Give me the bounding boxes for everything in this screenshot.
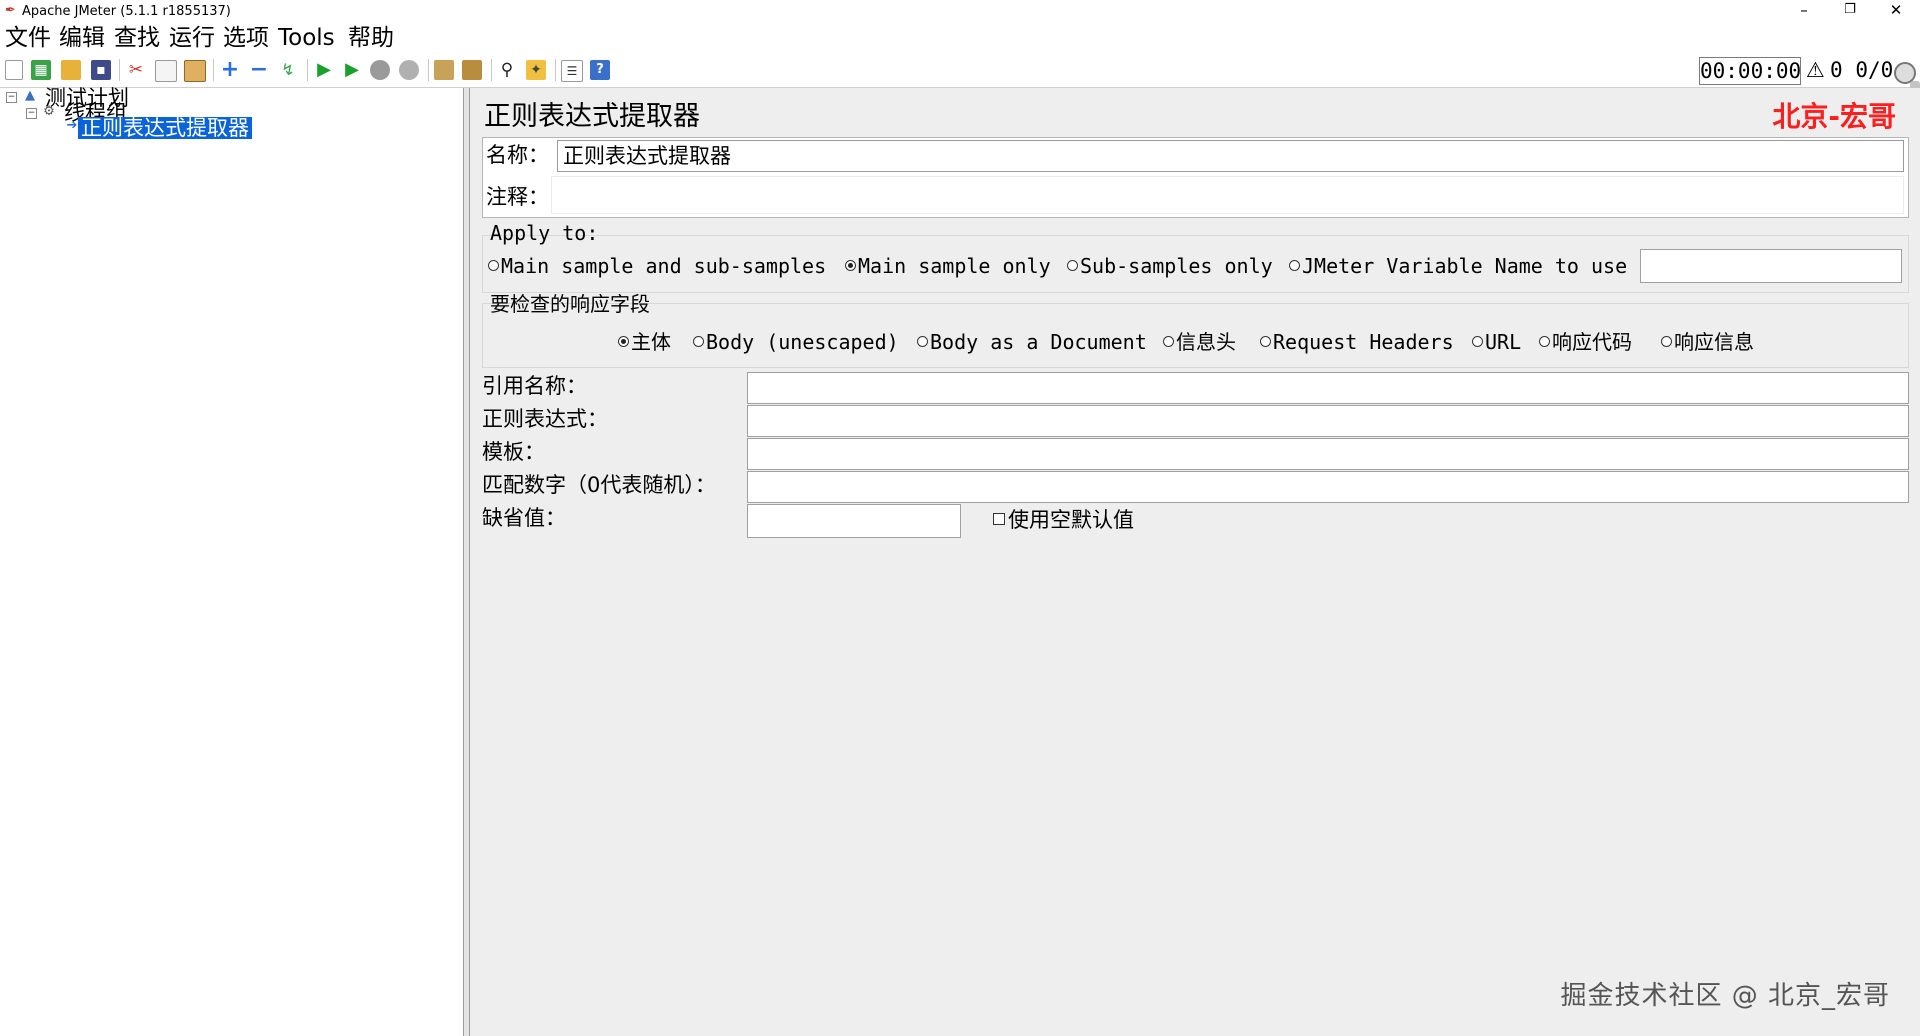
radio-icon [1539,336,1550,347]
radio-selected-icon [845,260,856,271]
radio-icon [1661,336,1672,347]
toolbar-separator [213,59,214,81]
menu-file[interactable]: 文件 [5,23,51,53]
radio-icon [693,336,704,347]
apply-to-label: Apply to: [490,221,599,245]
checkbox-icon [993,513,1005,525]
clear-all-icon[interactable] [462,60,482,80]
menu-help[interactable]: 帮助 [348,23,394,53]
radio-response-code[interactable]: 响应代码 [1539,328,1632,356]
toolbar-separator [428,59,429,81]
name-label: 名称： [486,143,549,167]
default-value-input[interactable] [747,504,961,538]
radio-main-and-sub[interactable]: Main sample and sub-samples [488,252,826,280]
clear-icon[interactable] [434,60,454,80]
window-title: Apache JMeter (5.1.1 r1855137) [22,4,231,19]
radio-body-as-document[interactable]: Body as a Document [917,328,1147,356]
save-icon[interactable]: ▪ [91,60,111,80]
thread-group-icon: ⚙ [43,104,55,119]
menu-run[interactable]: 运行 [169,23,215,53]
radio-selected-icon [618,336,629,347]
regex-label: 正则表达式： [482,407,608,431]
radio-request-headers[interactable]: Request Headers [1260,328,1454,356]
test-plan-icon: ▲ [25,88,35,103]
radio-sub-only[interactable]: Sub-samples only [1067,252,1273,280]
reset-search-icon[interactable]: ✦ [526,60,546,80]
collapse-icon[interactable]: − [249,59,269,81]
radio-body-unescaped[interactable]: Body (unescaped) [693,328,899,356]
radio-icon [917,336,928,347]
jmeter-variable-name-input[interactable] [1640,249,1902,283]
radio-icon [1260,336,1271,347]
toolbar-separator [119,59,120,81]
template-label: 模板： [482,440,545,464]
menu-bar: 文件 编辑 查找 运行 选项 Tools 帮助 [0,23,1920,53]
radio-jmeter-variable[interactable]: JMeter Variable Name to use [1289,252,1627,280]
toolbar: ▦ ▪ ✂ + − ↯ ▶ ▶ ⚲ ✦ ☰ ? 00:00:00 ⚠ 0 0/0 [0,53,1920,141]
template-input[interactable] [747,438,1909,470]
copy-icon[interactable] [155,60,177,82]
regex-extractor-panel: 正则表达式提取器 北京-宏哥 名称： 正则表达式提取器 注释： Apply to… [470,88,1920,1036]
radio-icon [1289,260,1300,271]
radio-icon [488,260,499,271]
toggle-icon[interactable]: ↯ [278,60,298,80]
toolbar-separator [491,59,492,81]
match-no-label: 匹配数字（0代表随机）： [482,473,716,497]
comment-label: 注释： [486,185,549,209]
help-icon[interactable]: ? [590,60,610,80]
jmeter-feather-icon: ✒ [5,3,16,18]
radio-main-only[interactable]: Main sample only [845,252,1051,280]
panel-title: 正则表达式提取器 [484,101,700,132]
brand-label: 北京-宏哥 [1772,100,1896,133]
comment-field[interactable] [551,176,1904,214]
radio-headers[interactable]: 信息头 [1163,328,1236,356]
match-no-input[interactable] [747,471,1909,503]
menu-options[interactable]: 选项 [223,23,269,53]
menu-tools[interactable]: Tools [278,23,335,53]
open-icon[interactable] [61,60,81,80]
reference-name-label: 引用名称： [482,374,587,398]
function-helper-icon[interactable]: ☰ [561,60,583,82]
expand-icon[interactable]: + [220,59,240,81]
radio-url[interactable]: URL [1472,328,1521,356]
test-plan-expander[interactable]: − [6,92,17,103]
name-field[interactable]: 正则表达式提取器 [557,140,1904,172]
new-icon[interactable] [5,60,23,80]
use-empty-default-checkbox[interactable]: 使用空默认值 [993,506,1134,534]
cut-icon[interactable]: ✂ [126,60,146,80]
tree-node-regex-extractor[interactable]: 正则表达式提取器 [78,117,252,139]
elapsed-timer: 00:00:00 [1699,57,1802,85]
response-field-label: 要检查的响应字段 [490,292,650,316]
regex-input[interactable] [747,405,1909,437]
minimize-button[interactable]: – [1784,0,1824,23]
thread-group-expander[interactable]: − [26,108,37,119]
start-icon[interactable]: ▶ [314,60,334,80]
menu-edit[interactable]: 编辑 [59,23,105,53]
templates-icon[interactable]: ▦ [31,60,51,80]
thread-counts: 0/0 [1855,58,1894,82]
restore-button[interactable]: ❐ [1830,0,1870,23]
start-no-pauses-icon[interactable]: ▶ [342,60,362,80]
test-tree: − ▲ 测试计划 − ⚙ 线程组 ➔ 正则表达式提取器 [0,87,464,1036]
radio-icon [1163,336,1174,347]
default-value-label: 缺省值： [482,506,566,530]
radio-icon [1067,260,1078,271]
warning-count: 0 0/0 [1830,58,1894,82]
stop-icon[interactable] [370,60,390,80]
close-button[interactable]: ✕ [1876,0,1916,23]
reference-name-input[interactable] [747,372,1909,404]
search-icon[interactable]: ⚲ [497,60,517,80]
title-bar: ✒ Apache JMeter (5.1.1 r1855137) – ❐ ✕ [0,0,1920,23]
shutdown-icon[interactable] [399,60,419,80]
watermark: 掘金技术社区 @ 北京_宏哥 [1560,981,1890,1011]
radio-body[interactable]: 主体 [618,328,671,356]
radio-response-message[interactable]: 响应信息 [1661,328,1754,356]
toolbar-separator [555,59,556,81]
warning-icon[interactable]: ⚠ [1806,58,1825,82]
menu-search[interactable]: 查找 [114,23,160,53]
paste-icon[interactable] [184,60,206,82]
radio-icon [1472,336,1483,347]
toolbar-separator [307,59,308,81]
